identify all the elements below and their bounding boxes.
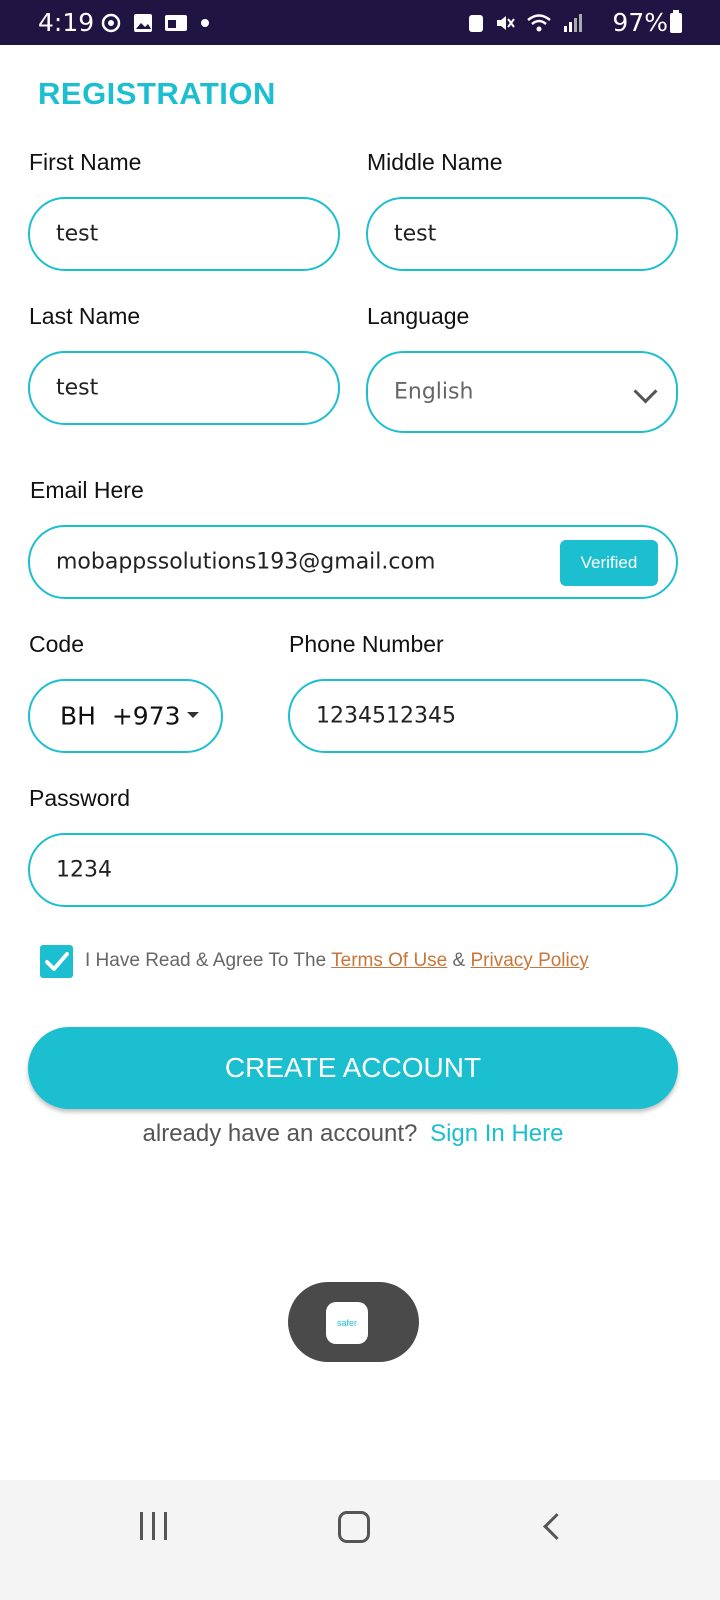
language-select[interactable]: English	[366, 351, 678, 433]
caret-down-icon	[187, 712, 199, 718]
terms-text: I Have Read & Agree To The Terms Of Use …	[85, 950, 589, 972]
battery-percent: 97%	[612, 8, 668, 37]
sync-icon	[101, 13, 121, 33]
home-icon[interactable]	[338, 1511, 370, 1543]
mute-icon	[497, 16, 515, 30]
app-toast: safer	[288, 1282, 419, 1362]
notification-icons	[100, 12, 212, 34]
battery-icon	[670, 10, 682, 33]
privacy-policy-link[interactable]: Privacy Policy	[471, 950, 589, 971]
last-name-value: test	[56, 375, 99, 401]
phone-label: Phone Number	[289, 631, 444, 657]
language-label: Language	[367, 303, 470, 329]
code-label: Code	[29, 631, 84, 657]
password-value: 1234	[56, 857, 112, 883]
phone-field[interactable]: 1234512345	[288, 679, 678, 753]
recycle-icon	[469, 15, 483, 32]
signal-icon	[564, 14, 582, 32]
password-field[interactable]: 1234	[28, 833, 678, 907]
page-title: REGISTRATION	[38, 76, 276, 111]
image-icon	[134, 14, 152, 32]
system-icons	[468, 12, 582, 34]
first-name-value: test	[56, 221, 99, 247]
dot-icon	[201, 19, 209, 27]
wifi-icon	[527, 14, 551, 32]
first-name-label: First Name	[29, 149, 142, 175]
system-nav-bar	[0, 1480, 720, 1600]
chevron-down-icon	[633, 379, 658, 404]
terms-of-use-link[interactable]: Terms Of Use	[331, 950, 447, 971]
country-code: BH	[60, 701, 96, 731]
card-icon	[165, 15, 187, 31]
password-label: Password	[29, 785, 130, 811]
middle-name-field[interactable]: test	[366, 197, 678, 271]
phone-value: 1234512345	[316, 703, 456, 729]
status-time: 4:19	[38, 8, 95, 37]
app-logo: safer	[326, 1302, 368, 1344]
status-bar: 4:19 97%	[0, 0, 720, 45]
country-code-value: BH +973	[60, 702, 181, 731]
language-value: English	[394, 379, 474, 405]
email-label: Email Here	[30, 477, 144, 503]
signin-prompt: already have an account?	[142, 1120, 418, 1147]
recents-icon[interactable]	[140, 1512, 167, 1540]
email-field[interactable]: mobappssolutions193@gmail.com Verified	[28, 525, 678, 599]
country-code-select[interactable]: BH +973	[28, 679, 223, 753]
signin-row: already have an account? Sign In Here	[0, 1120, 706, 1148]
last-name-label: Last Name	[29, 303, 141, 329]
dial-code: +973	[111, 701, 181, 731]
checkmark-icon	[45, 952, 69, 971]
last-name-field[interactable]: test	[28, 351, 340, 425]
verified-badge: Verified	[560, 540, 658, 586]
first-name-field[interactable]: test	[28, 197, 340, 271]
create-account-button[interactable]: CREATE ACCOUNT	[28, 1027, 678, 1109]
middle-name-value: test	[394, 221, 437, 247]
terms-checkbox[interactable]	[40, 945, 73, 978]
back-icon[interactable]	[543, 1513, 570, 1540]
email-value: mobappssolutions193@gmail.com	[56, 549, 436, 575]
terms-amp: &	[452, 950, 466, 971]
terms-prefix: I Have Read & Agree To The	[85, 950, 327, 971]
middle-name-label: Middle Name	[367, 149, 503, 175]
sign-in-link[interactable]: Sign In Here	[430, 1120, 563, 1147]
